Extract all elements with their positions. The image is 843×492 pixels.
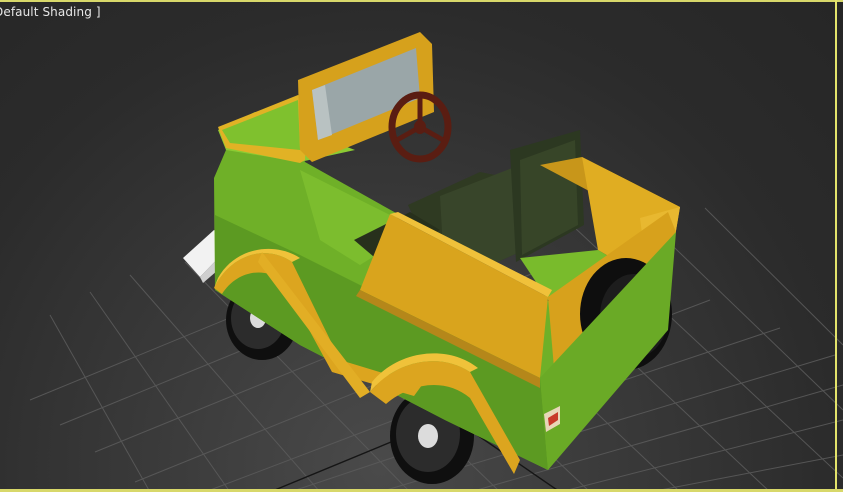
active-viewport-border-top [0, 0, 843, 2]
toy-jeep-icon[interactable] [183, 32, 680, 484]
active-viewport-border-right [835, 0, 837, 492]
viewport-shading-label[interactable]: Default Shading ] [0, 5, 101, 19]
3d-viewport[interactable]: Default Shading ] [0, 0, 843, 492]
steering-wheel-icon [388, 91, 452, 163]
scene-canvas[interactable] [0, 0, 843, 492]
